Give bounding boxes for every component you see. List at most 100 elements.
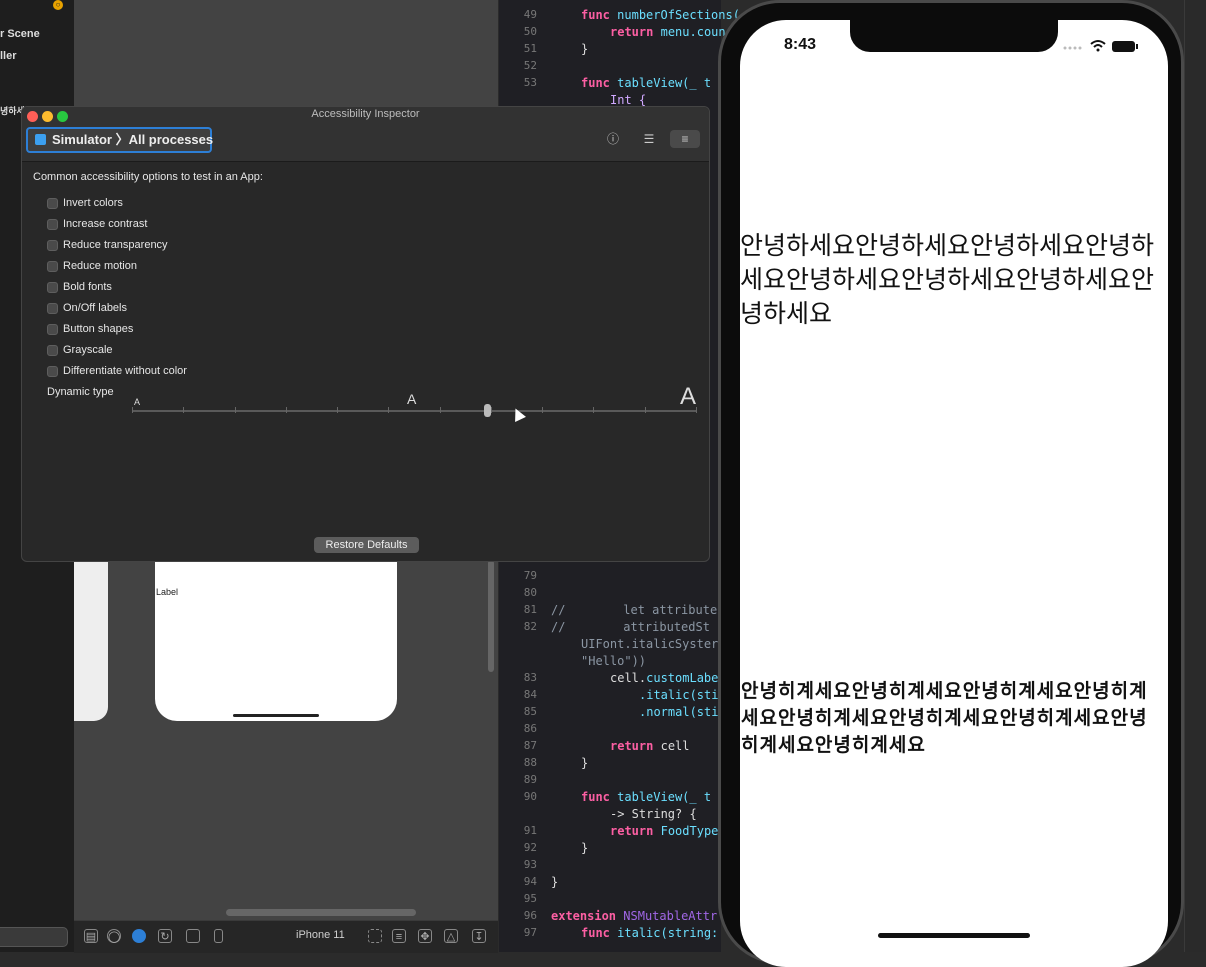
checkbox[interactable] xyxy=(47,219,58,230)
checkbox[interactable] xyxy=(47,345,58,356)
line-number: 95 xyxy=(523,892,537,905)
window-title: Accessibility Inspector xyxy=(311,108,420,120)
process-selector-label: Simulator 〉All processes xyxy=(52,132,214,147)
audit-icon[interactable]: ☰ xyxy=(634,130,664,148)
code-text: FoodType xyxy=(660,824,719,838)
settings-heading: Common accessibility options to test in … xyxy=(33,171,263,183)
slider-tick xyxy=(696,407,697,413)
checkbox[interactable] xyxy=(47,282,58,293)
slider-tick xyxy=(337,407,339,413)
constraints-icon[interactable]: ✥ xyxy=(418,929,432,943)
line-number: 87 xyxy=(523,739,537,752)
line-number: 90 xyxy=(523,790,537,803)
option-label: Reduce transparency xyxy=(63,239,168,251)
scene-preview[interactable]: Label xyxy=(155,560,397,721)
info-icon[interactable]: ⓘ xyxy=(598,130,628,148)
line-number: 53 xyxy=(523,76,537,89)
checkbox[interactable] xyxy=(47,240,58,251)
sidebar-toggle-icon[interactable]: ▤ xyxy=(84,929,98,943)
restore-defaults-button[interactable]: Restore Defaults xyxy=(314,537,419,553)
code-text: tableView(_ t xyxy=(617,76,712,90)
slider-tick xyxy=(234,407,236,413)
mouse-cursor xyxy=(510,406,526,422)
warning-icon[interactable]: ○ xyxy=(53,0,63,10)
slider-tick xyxy=(593,407,595,413)
simulator-icon xyxy=(35,134,46,145)
line-number: 91 xyxy=(523,824,537,837)
line-number: 50 xyxy=(523,25,537,38)
slider-tick xyxy=(388,407,390,413)
checkbox[interactable] xyxy=(47,366,58,377)
cell-label-custom: 안녕히계세요안녕히계세요안녕히계세요안녕히계세요안녕히계세요안녕히계세요안녕히계… xyxy=(741,681,1148,756)
code-comment: UIFont.italicSyster xyxy=(581,637,719,651)
navigator-filter-field[interactable] xyxy=(0,927,68,947)
dynamic-type-small-label: A xyxy=(134,397,141,407)
dynamic-type-slider[interactable] xyxy=(132,410,696,412)
slider-tick xyxy=(183,407,185,413)
notch xyxy=(850,20,1058,52)
window-titlebar: Accessibility Inspector Simulator 〉All p… xyxy=(22,107,709,162)
code-text: menu.coun xyxy=(660,25,726,39)
option-label: Grayscale xyxy=(63,344,113,356)
navigator-item-controller[interactable]: ller xyxy=(0,50,17,62)
dynamic-type-label: Dynamic type xyxy=(47,386,114,398)
device-screen[interactable]: 8:43 안녕하세요안녕하세요안녕하세요안녕하세요안녕하세요안녕하세요안녕하세요… xyxy=(740,20,1168,967)
home-indicator[interactable] xyxy=(878,933,1030,938)
code-keyword: extension xyxy=(551,909,617,923)
line-number: 79 xyxy=(523,569,537,582)
device-icon[interactable] xyxy=(214,929,223,943)
editor-minimap xyxy=(1184,0,1206,952)
split-view-icon[interactable] xyxy=(186,929,200,943)
checkbox[interactable] xyxy=(47,261,58,272)
resolve-icon[interactable]: △ xyxy=(444,929,458,943)
rotate-icon[interactable]: ↻ xyxy=(158,929,172,943)
dynamic-type-large-label: A xyxy=(680,383,697,410)
checkbox[interactable] xyxy=(47,303,58,314)
device-frame: 8:43 안녕하세요안녕하세요안녕하세요안녕하세요안녕하세요안녕하세요안녕하세요… xyxy=(718,0,1184,967)
line-number: 52 xyxy=(523,59,537,72)
code-keyword: func xyxy=(581,76,610,90)
navigator-item-scene[interactable]: r Scene xyxy=(0,28,40,40)
slider-tick xyxy=(542,407,544,413)
option-label: Bold fonts xyxy=(63,281,112,293)
scene-preview-left[interactable] xyxy=(74,560,108,721)
settings-icon[interactable]: ≡ xyxy=(670,130,700,148)
device-selector[interactable]: iPhone 11 xyxy=(296,929,345,941)
slider-tick xyxy=(490,407,492,413)
code-text: italic(string: xyxy=(617,926,719,940)
option-label: Button shapes xyxy=(63,323,134,335)
code-keyword: return xyxy=(610,739,654,753)
process-selector[interactable]: Simulator 〉All processes xyxy=(26,127,214,153)
slider-tick xyxy=(285,407,287,413)
appearance-icon[interactable] xyxy=(132,929,146,943)
code-text: .italic(sti xyxy=(639,688,719,702)
scene-label[interactable]: Label xyxy=(156,587,178,597)
home-indicator xyxy=(233,714,319,717)
canvas-horizontal-scrollbar[interactable] xyxy=(226,909,416,916)
code-text: cell. xyxy=(610,671,647,685)
code-text: } xyxy=(581,756,589,770)
line-number: 85 xyxy=(523,705,537,718)
align-icon[interactable]: ≡ xyxy=(392,929,406,943)
embed-icon[interactable]: ↧ xyxy=(472,929,486,943)
checkbox[interactable] xyxy=(47,198,58,209)
canvas-bottom-bar: ▤ ◯ ↻ iPhone 11 ≡ ✥ △ ↧ xyxy=(74,920,498,953)
code-comment: "Hello")) xyxy=(581,654,647,668)
accessibility-icon[interactable]: ◯ xyxy=(107,929,121,943)
line-number: 96 xyxy=(523,909,537,922)
battery-icon xyxy=(1112,41,1138,52)
line-number: 49 xyxy=(523,8,537,21)
canvas-vertical-scrollbar[interactable] xyxy=(488,560,494,672)
zoom-fit-icon[interactable] xyxy=(368,929,382,943)
line-number: 82 xyxy=(523,620,537,633)
line-number: 88 xyxy=(523,756,537,769)
code-text: customLabe xyxy=(646,671,719,685)
line-number: 83 xyxy=(523,671,537,684)
code-text: -> String? { xyxy=(610,807,697,821)
code-keyword: func xyxy=(581,8,610,22)
line-number: 92 xyxy=(523,841,537,854)
line-number: 84 xyxy=(523,688,537,701)
checkbox[interactable] xyxy=(47,324,58,335)
line-number: 81 xyxy=(523,603,537,616)
line-number: 86 xyxy=(523,722,537,735)
